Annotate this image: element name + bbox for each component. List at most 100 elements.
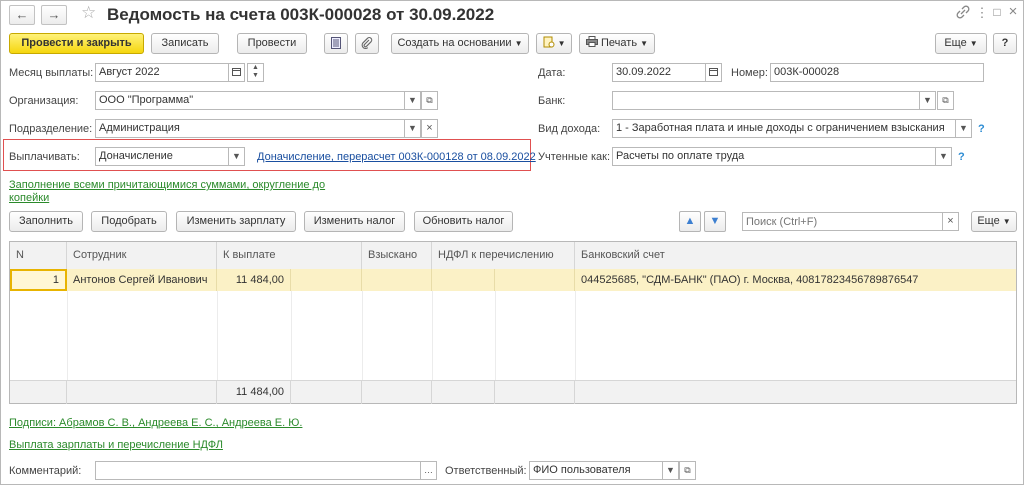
change-salary-button[interactable]: Изменить зарплату [176,211,296,232]
open-icon[interactable]: ⧉ [421,91,438,110]
pay-type-field[interactable]: Доначисление [95,147,229,166]
column-divider [362,291,363,380]
table-more-label: Еще [977,215,1000,227]
month-field[interactable]: Август 2022 [95,63,229,82]
create-based-on-button[interactable]: Создать на основании ▼ [391,33,529,54]
chevron-down-icon: ▼ [1002,217,1011,226]
row-bank-account[interactable]: 044525685, "СДМ-БАНК" (ПАО) г. Москва, 4… [575,269,1016,291]
month-stepper[interactable]: ▲ ▼ [247,63,264,82]
income-type-label: Вид дохода: [538,123,601,135]
document-list-icon[interactable] [324,33,348,54]
row-employee[interactable]: Антонов Сергей Иванович [67,269,217,291]
income-type-field[interactable]: 1 - Заработная плата и иные доходы с огр… [612,119,956,138]
chevron-down-icon: ▼ [969,39,978,48]
number-field[interactable]: 003К-000028 [770,63,984,82]
select-button[interactable]: Подобрать [91,211,167,232]
column-divider [575,291,576,380]
column-divider [291,291,292,380]
comment-label: Комментарий: [9,465,82,477]
clear-icon[interactable]: × [421,119,438,138]
row-amount-extra[interactable] [291,269,362,291]
accounted-help-icon[interactable]: ? [958,151,965,163]
print-button[interactable]: Печать ▼ [579,33,655,54]
report-icon [543,36,555,49]
organization-label: Организация: [9,95,79,107]
close-icon[interactable]: × [1004,3,1022,20]
print-label: Печать [601,37,638,49]
post-button[interactable]: Провести [237,33,307,54]
printer-icon [585,36,598,49]
column-header-n[interactable]: N [10,242,67,269]
comment-expand-icon[interactable]: … [420,461,437,480]
pay-type-label: Выплачивать: [9,151,80,163]
department-field[interactable]: Администрация [95,119,405,138]
change-tax-button[interactable]: Изменить налог [304,211,405,232]
employees-table: N Сотрудник К выплате Взыскано НДФЛ к пе… [9,241,1017,404]
comment-field[interactable] [95,461,421,480]
chevron-down-icon[interactable]: ▼ [404,91,421,110]
fill-all-amounts-link[interactable]: Заполнение всеми причитающимися суммами,… [9,179,325,191]
fill-button[interactable]: Заполнить [9,211,83,232]
date-label: Дата: [538,67,566,79]
chevron-down-icon[interactable]: ▼ [228,147,245,166]
move-up-icon[interactable]: ▲ [679,211,701,232]
open-icon[interactable]: ⧉ [679,461,696,480]
calendar-icon[interactable] [705,63,722,82]
date-field[interactable]: 30.09.2022 [612,63,706,82]
clear-search-icon[interactable]: × [942,212,959,231]
move-down-icon[interactable]: ▼ [704,211,726,232]
income-help-icon[interactable]: ? [978,123,985,135]
back-icon[interactable]: ← [9,5,35,25]
footer-cell [432,381,495,404]
calendar-icon[interactable] [228,63,245,82]
responsible-field[interactable]: ФИО пользователя [529,461,663,480]
update-tax-button[interactable]: Обновить налог [414,211,513,232]
organization-field[interactable]: ООО "Программа" [95,91,405,110]
table-more-button[interactable]: Еще ▼ [971,211,1017,232]
attachment-icon[interactable] [355,33,379,54]
create-based-on-label: Создать на основании [397,37,512,49]
recalculation-link[interactable]: Доначисление, перерасчет 003К-000128 от … [257,151,536,163]
link-icon[interactable] [954,5,972,22]
column-header-withheld[interactable]: Взыскано [362,242,432,269]
fill-all-amounts-link-line2[interactable]: копейки [9,192,49,204]
accounted-as-field[interactable]: Расчеты по оплате труда [612,147,936,166]
column-divider [67,291,68,380]
table-footer: 11 484,00 [10,380,1016,404]
row-withheld[interactable] [362,269,432,291]
column-header-to-pay[interactable]: К выплате [217,242,362,269]
table-row[interactable]: 1 Антонов Сергей Иванович 11 484,00 0445… [10,269,1016,291]
row-ndfl[interactable] [432,269,495,291]
row-amount[interactable]: 11 484,00 [217,269,291,291]
column-header-ndfl[interactable]: НДФЛ к перечислению [432,242,575,269]
chevron-down-icon: ▼ [514,39,523,48]
bank-label: Банк: [538,95,566,107]
bank-field[interactable] [612,91,920,110]
report-dropdown-button[interactable]: ▼ [536,33,572,54]
help-button[interactable]: ? [993,33,1017,54]
footer-total-amount: 11 484,00 [217,381,291,404]
post-and-close-button[interactable]: Провести и закрыть [9,33,144,54]
payout-link[interactable]: Выплата зарплаты и перечисление НДФЛ [9,439,223,451]
forward-icon[interactable]: → [41,5,67,25]
row-number[interactable]: 1 [10,269,67,291]
chevron-down-icon[interactable]: ▼ [935,147,952,166]
star-icon[interactable]: ☆ [81,3,96,23]
responsible-label: Ответственный: [445,465,527,477]
column-header-bank-account[interactable]: Банковский счет [575,242,1016,269]
column-header-employee[interactable]: Сотрудник [67,242,217,269]
save-button[interactable]: Записать [151,33,219,54]
column-divider [217,291,218,380]
chevron-down-icon[interactable]: ▼ [662,461,679,480]
more-button[interactable]: Еще ▼ [935,33,987,54]
chevron-down-icon[interactable]: ▼ [919,91,936,110]
department-label: Подразделение: [9,123,93,135]
chevron-down-icon[interactable]: ▼ [955,119,972,138]
signatures-link[interactable]: Подписи: Абрамов С. В., Андреева Е. С., … [9,417,302,429]
row-ndfl-extra[interactable] [495,269,575,291]
chevron-down-icon[interactable]: ▼ [404,119,421,138]
accounted-as-label: Учтенные как: [538,151,611,163]
open-icon[interactable]: ⧉ [937,91,954,110]
search-input[interactable] [742,212,943,231]
footer-cell [291,381,362,404]
